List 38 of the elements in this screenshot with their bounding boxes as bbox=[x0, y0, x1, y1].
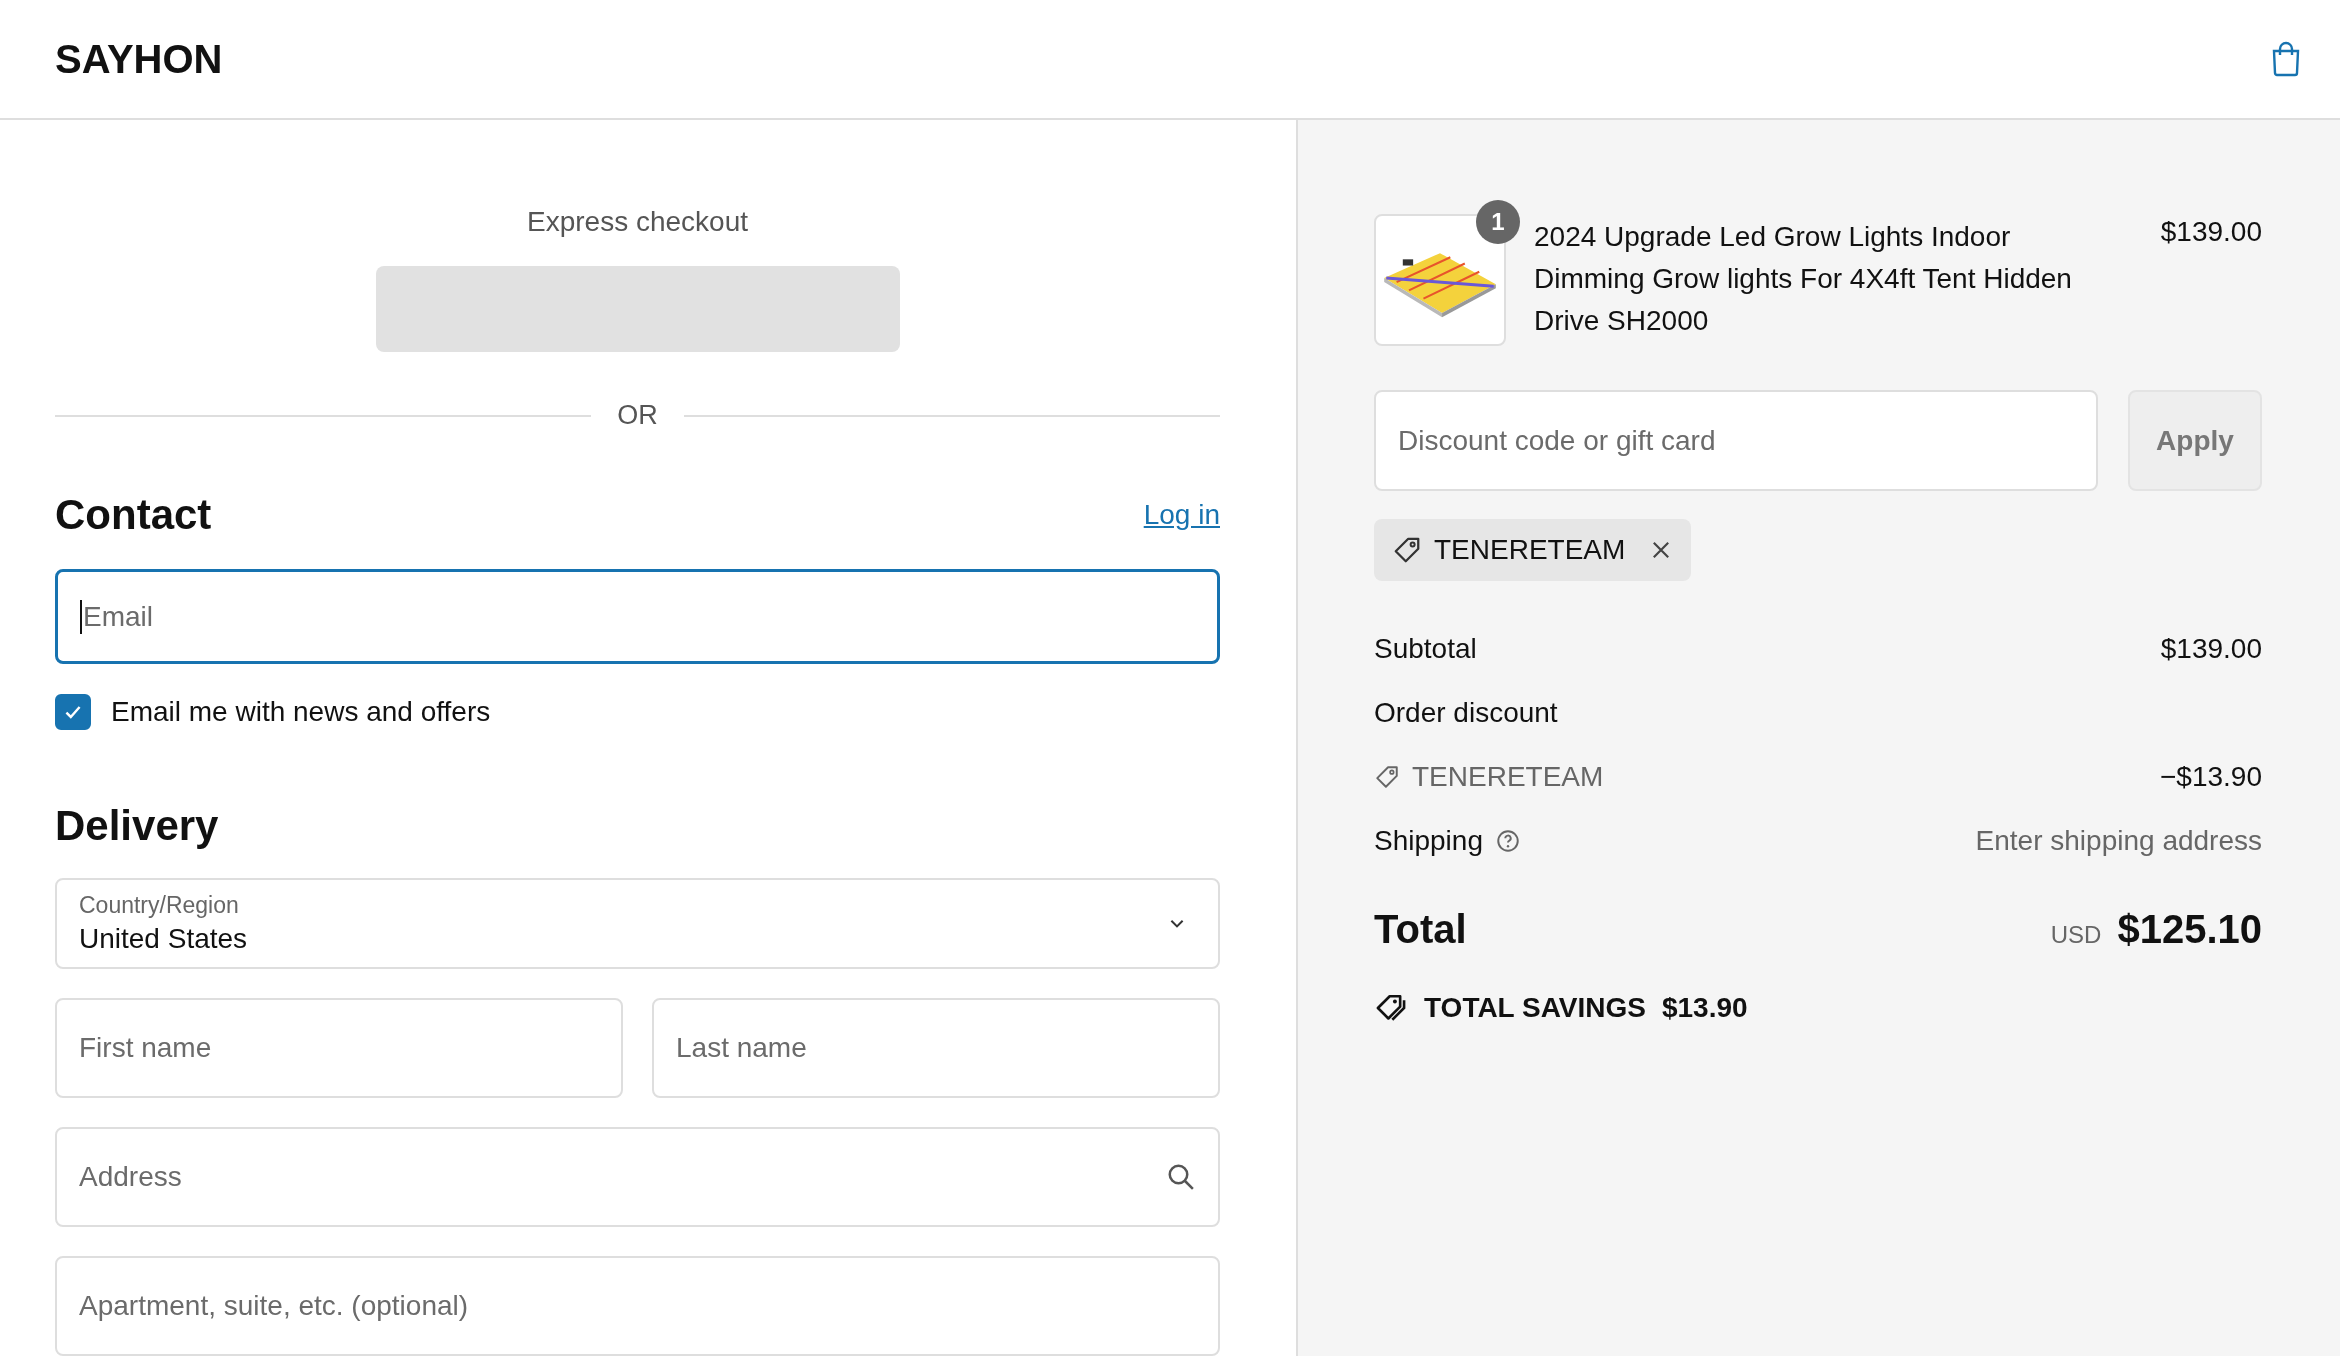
or-divider-label: OR bbox=[617, 400, 658, 432]
shopping-bag-icon[interactable] bbox=[2270, 41, 2302, 77]
total-savings-amount: $13.90 bbox=[1661, 992, 1748, 1024]
text-field[interactable]: First name bbox=[55, 998, 623, 1098]
text-field[interactable]: Last name bbox=[652, 998, 1220, 1098]
total-savings-label: TOTAL SAVINGS bbox=[1424, 992, 1646, 1024]
summary-value: $139.00 bbox=[2160, 633, 2262, 665]
currency-label: USD bbox=[2050, 921, 2102, 949]
total-label: Total bbox=[1374, 907, 1467, 952]
summary-value: Enter shipping address bbox=[1975, 825, 2262, 857]
summary-label: Shipping bbox=[1374, 825, 1483, 857]
summary-label: Subtotal bbox=[1374, 633, 1477, 665]
tag-icon bbox=[1374, 764, 1400, 790]
summary-label: TENERETEAM bbox=[1412, 761, 1604, 793]
help-icon[interactable] bbox=[1495, 828, 1521, 854]
log-in-link[interactable]: Log in bbox=[1143, 499, 1220, 532]
delivery-heading: Delivery bbox=[55, 801, 220, 850]
newsletter-checkbox[interactable] bbox=[55, 693, 91, 730]
summary-label: Order discount bbox=[1374, 697, 1558, 729]
discount-code-field[interactable]: Discount code or gift card bbox=[1374, 390, 2098, 491]
email-field[interactable]: Email bbox=[55, 569, 1220, 664]
address-field[interactable]: Address bbox=[55, 1127, 1220, 1227]
country-select[interactable]: Country/Region United States bbox=[55, 877, 1220, 969]
tag-icon bbox=[1392, 535, 1422, 565]
apply-button[interactable]: Apply bbox=[2128, 390, 2262, 491]
contact-heading: Contact bbox=[55, 491, 212, 540]
text-field[interactable]: Apartment, suite, etc. (optional) bbox=[55, 1256, 1220, 1356]
product-name: 2024 Upgrade Led Grow Lights Indoor Dimming Grow lights For 4X4ft Tent Hidden Drive SH2000 bbox=[1534, 220, 2073, 338]
product-price: $139.00 bbox=[2160, 216, 2262, 248]
newsletter-label: Email me with news and offers bbox=[111, 695, 491, 728]
summary-value: −$13.90 bbox=[2160, 761, 2262, 793]
store-logo[interactable]: SAYHON bbox=[55, 36, 223, 82]
search-icon bbox=[1166, 1162, 1196, 1192]
express-checkout-label: Express checkout bbox=[527, 206, 748, 238]
quantity-badge: 1 bbox=[1476, 200, 1520, 244]
discount-code: TENERETEAM bbox=[1434, 534, 1626, 566]
total-amount: $125.10 bbox=[2117, 907, 2262, 952]
express-checkout-button[interactable] bbox=[375, 266, 900, 353]
